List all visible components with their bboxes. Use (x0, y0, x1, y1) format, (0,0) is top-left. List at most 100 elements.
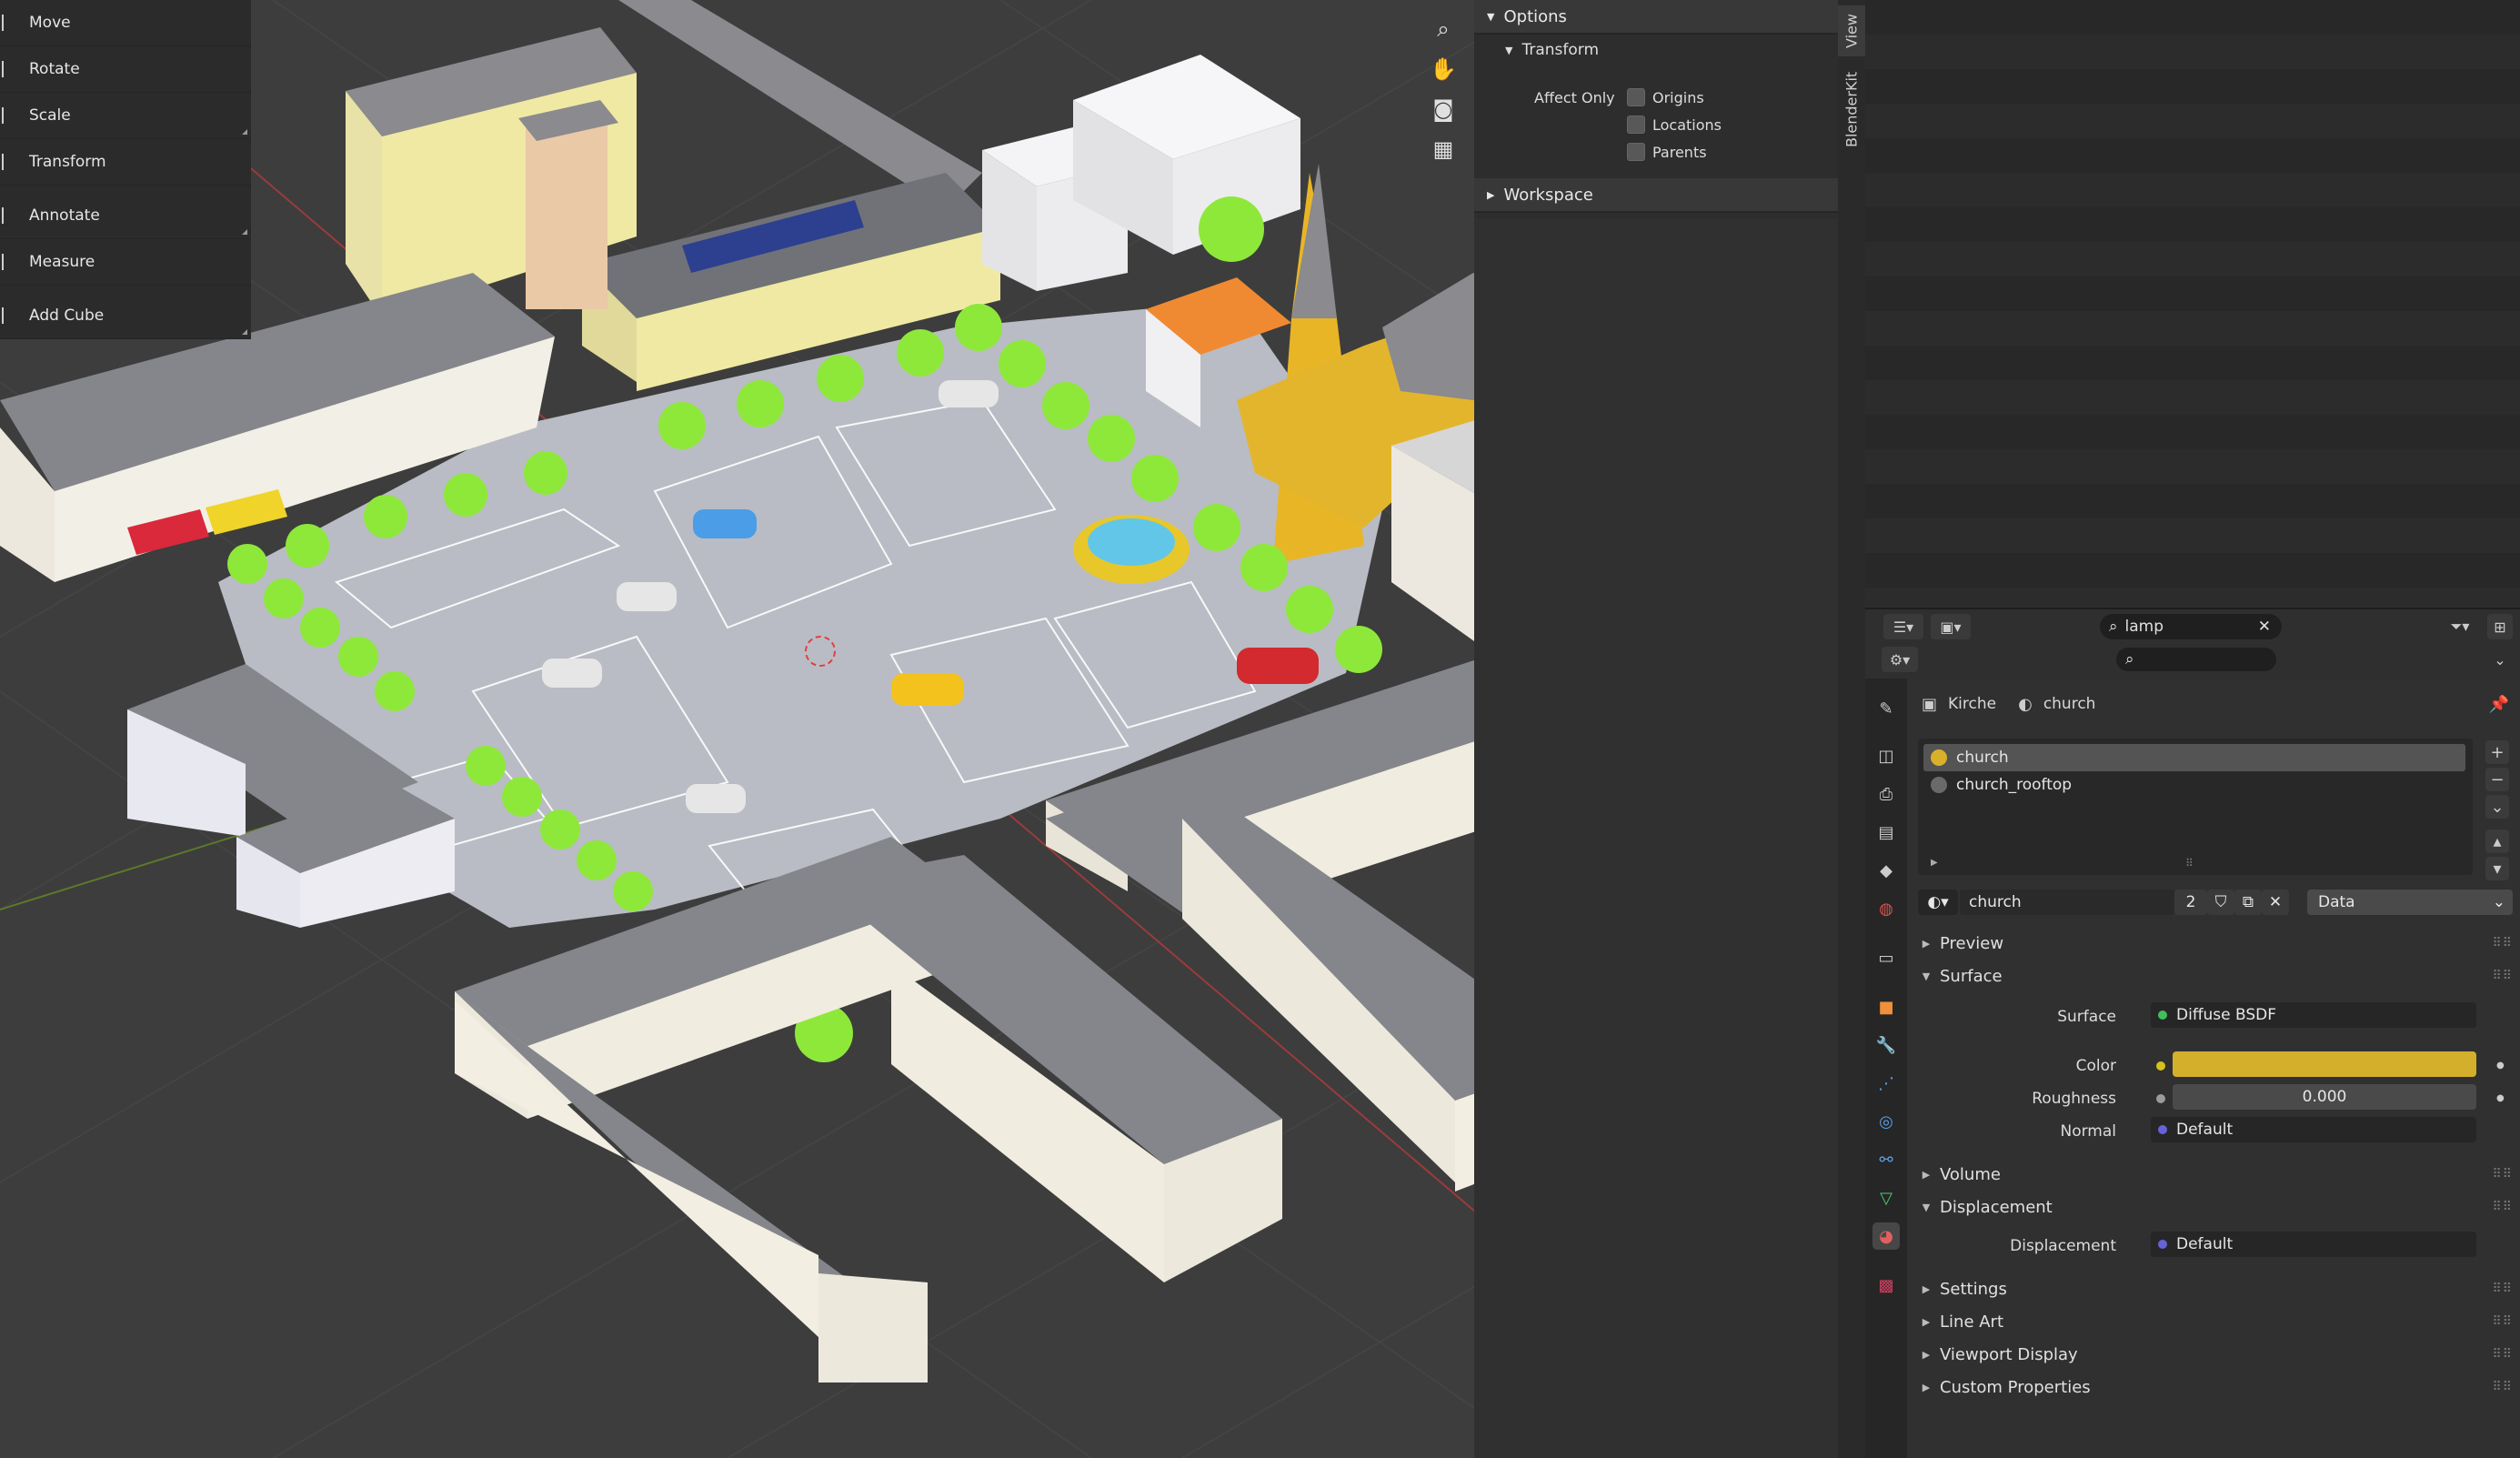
checkbox[interactable] (1627, 116, 1645, 134)
surface-section[interactable]: ▼ Surface ⠿⠿ (1907, 960, 2520, 991)
tool-annotate[interactable]: Annotate (0, 193, 251, 239)
transform-subsection[interactable]: ▼ Transform (1474, 35, 1838, 65)
drag-grip-icon[interactable]: ⠿⠿ (2492, 969, 2513, 983)
world-tab-icon[interactable]: ◍ (1872, 895, 1900, 922)
render-tab-icon[interactable]: ◫ (1872, 742, 1900, 769)
move-down-button[interactable]: ▾ (2485, 857, 2509, 880)
link-mode-select[interactable]: Data ⌄ (2307, 890, 2513, 915)
constraints-tab-icon[interactable]: ⚯ (1872, 1146, 1900, 1173)
displacement-section[interactable]: ▼ Displacement ⠿⠿ (1907, 1192, 2520, 1222)
move-up-button[interactable]: ▴ (2485, 830, 2509, 853)
pan-hand-icon[interactable]: ✋ (1427, 53, 1460, 85)
camera-icon[interactable]: ◙ (1427, 93, 1460, 126)
collection-tab-icon[interactable]: ▭ (1872, 944, 1900, 971)
expand-triangle-icon[interactable]: ▶ (1931, 858, 1938, 868)
checkbox-origins[interactable]: Origins (1627, 88, 1704, 106)
tool-rotate[interactable]: Rotate (0, 46, 251, 93)
pin-icon[interactable]: 📌 (2489, 695, 2509, 714)
color-label: Color (2075, 1057, 2116, 1075)
unlink-icon[interactable]: ✕ (2262, 890, 2289, 915)
material-slot-list[interactable]: church church_rooftop ▶ ⠿ (1918, 739, 2473, 875)
outliner-search-input[interactable]: ⌕ lamp ✕ (2100, 614, 2282, 639)
filter-view-icon[interactable]: ▣▾ (1931, 614, 1971, 639)
drag-grip-icon[interactable]: ⠿⠿ (2492, 1347, 2513, 1362)
resize-grip-icon[interactable]: ⠿ (2185, 857, 2194, 870)
custom-properties-section[interactable]: ▶ Custom Properties ⠿⠿ (1907, 1372, 2520, 1403)
roughness-value: 0.000 (2302, 1088, 2347, 1106)
normal-field[interactable]: Default (2151, 1117, 2476, 1142)
drag-grip-icon[interactable]: ⠿⠿ (2492, 1314, 2513, 1329)
workspace-section[interactable]: ▶ Workspace (1474, 178, 1838, 213)
tool-transform[interactable]: Transform (0, 139, 251, 186)
checkbox[interactable] (1627, 143, 1645, 161)
drag-grip-icon[interactable]: ⠿⠿ (2492, 1167, 2513, 1181)
tool-tab-icon[interactable]: ✎ (1872, 695, 1900, 722)
new-collection-icon[interactable]: ⊞ (2487, 614, 2513, 639)
properties-search-input[interactable]: ⌕ (2116, 648, 2276, 671)
preview-section[interactable]: ▶ Preview ⠿⠿ (1907, 928, 2520, 959)
drag-grip-icon[interactable]: ⠿⠿ (2492, 1282, 2513, 1296)
filter-funnel-icon[interactable]: ⏷▾ (2440, 614, 2480, 639)
user-count-badge[interactable]: 2 (2174, 890, 2207, 915)
duplicate-icon[interactable]: ⧉ (2234, 890, 2262, 915)
3d-viewport[interactable]: Move Rotate Scale Transform Annotate Mea… (0, 0, 1838, 1458)
slot-item[interactable]: church_rooftop (1923, 771, 2465, 799)
zoom-icon[interactable]: ⌕ (1427, 13, 1460, 45)
drag-grip-icon[interactable]: ⠿⠿ (2492, 936, 2513, 950)
socket-dot-icon (2156, 1094, 2165, 1103)
tab-view[interactable]: View (1838, 5, 1865, 56)
texture-tab-icon[interactable]: ▩ (1872, 1272, 1900, 1299)
tool-measure[interactable]: Measure (0, 239, 251, 286)
particles-tab-icon[interactable]: ⋰ (1872, 1070, 1900, 1097)
grid-view-icon[interactable]: ▦ (1427, 133, 1460, 166)
editor-type-icon[interactable]: ⚙▾ (1882, 647, 1918, 672)
triangle-right-icon: ▶ (1922, 1282, 1931, 1295)
transform-label: Transform (1521, 41, 1600, 59)
object-tab-icon[interactable]: ■ (1872, 993, 1900, 1021)
outliner-tree[interactable] (1865, 0, 2520, 608)
material-tab-icon[interactable]: ◕ (1872, 1222, 1900, 1250)
checkbox-parents[interactable]: Parents (1627, 143, 1707, 161)
tool-move[interactable]: Move (0, 0, 251, 46)
add-slot-button[interactable]: + (2485, 740, 2509, 764)
material-sphere-icon: ◐ (2018, 694, 2033, 714)
physics-tab-icon[interactable]: ◎ (1872, 1108, 1900, 1135)
material-name-field[interactable]: church (1960, 890, 2174, 915)
displacement-field[interactable]: Default (2151, 1232, 2476, 1257)
material-dot-icon (1931, 777, 1947, 793)
surface-shader-field[interactable]: Diffuse BSDF (2151, 1002, 2476, 1028)
modifier-tab-icon[interactable]: 🔧 (1872, 1031, 1900, 1059)
checkbox[interactable] (1627, 88, 1645, 106)
display-mode-icon[interactable]: ☰▾ (1883, 614, 1923, 639)
tab-blenderkit[interactable]: BlenderKit (1838, 64, 1865, 155)
browse-material-button[interactable]: ◐▾ (1918, 890, 1958, 915)
tool-scale[interactable]: Scale (0, 93, 251, 139)
scene-tab-icon[interactable]: ◆ (1872, 857, 1900, 884)
settings-section[interactable]: ▶ Settings ⠿⠿ (1907, 1273, 2520, 1304)
drag-grip-icon[interactable]: ⠿⠿ (2492, 1380, 2513, 1394)
options-section[interactable]: ▼ Options (1474, 0, 1838, 35)
slot-specials-button[interactable]: ⌄ (2485, 795, 2509, 819)
tool-add-cube[interactable]: Add Cube (0, 293, 251, 339)
chevron-down-icon[interactable]: ⌄ (2487, 647, 2513, 672)
output-tab-icon[interactable]: ⎙ (1872, 780, 1900, 808)
line-art-section[interactable]: ▶ Line Art ⠿⠿ (1907, 1306, 2520, 1337)
submenu-corner-icon (242, 329, 247, 335)
clear-icon[interactable]: ✕ (2258, 618, 2271, 636)
viewport-display-section[interactable]: ▶ Viewport Display ⠿⠿ (1907, 1339, 2520, 1370)
remove-slot-button[interactable]: − (2485, 768, 2509, 791)
data-tab-icon[interactable]: ▽ (1872, 1184, 1900, 1212)
color-swatch[interactable] (2173, 1051, 2476, 1077)
section-label: Viewport Display (1940, 1344, 2078, 1364)
triangle-down-icon: ▼ (1505, 44, 1513, 56)
keyframe-dot-icon[interactable]: ● (2496, 1061, 2505, 1071)
drag-grip-icon[interactable]: ⠿⠿ (2492, 1200, 2513, 1214)
volume-section[interactable]: ▶ Volume ⠿⠿ (1907, 1159, 2520, 1190)
keyframe-dot-icon[interactable]: ● (2496, 1093, 2505, 1103)
fake-user-icon[interactable]: ⛉ (2207, 890, 2234, 915)
slot-item[interactable]: church (1923, 744, 2465, 771)
roughness-slider[interactable]: 0.000 (2173, 1084, 2476, 1110)
view-layer-tab-icon[interactable]: ▤ (1872, 819, 1900, 846)
material-properties: ▣ Kirche ◐ church 📌 church church_roofto… (1907, 679, 2520, 1458)
checkbox-locations[interactable]: Locations (1627, 116, 1722, 134)
